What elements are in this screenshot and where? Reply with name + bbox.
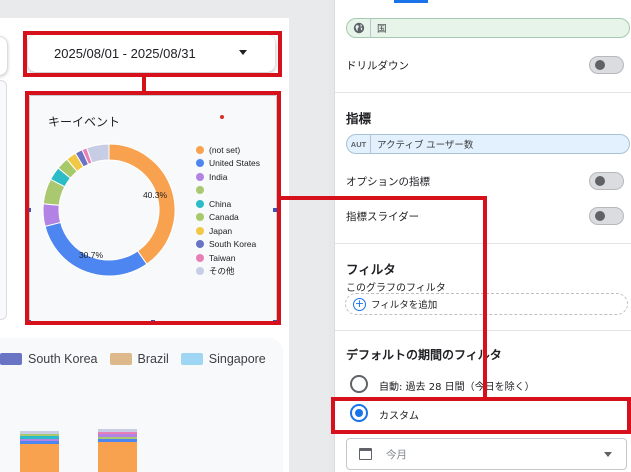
legend-label: その他 (209, 266, 235, 277)
legend-label: South Korea (209, 239, 257, 250)
globe-icon (347, 18, 371, 38)
data-label: 40.3% (143, 190, 168, 200)
stacked-bar (98, 429, 137, 472)
bottom-chart-legend: South Korea Brazil Singapore (0, 352, 278, 366)
resize-handle[interactable] (27, 320, 31, 324)
legend-item: Taiwan (196, 251, 260, 265)
dimension-chip-label: 国 (377, 24, 387, 35)
legend-dot (196, 172, 204, 181)
resize-handle[interactable] (273, 208, 277, 212)
legend-label: South Korea (28, 352, 98, 366)
donut-slice[interactable] (42, 203, 62, 228)
legend-item: South Korea (0, 352, 98, 366)
legend-swatch (0, 353, 22, 365)
resize-handle[interactable] (151, 320, 155, 324)
legend-dot (196, 267, 204, 276)
report-canvas: 2025/08/01 - 2025/08/31 キーイベント 40.3% 30.7… (0, 0, 329, 472)
metric-chip[interactable]: AUT アクティブ ユーザー数 (346, 134, 630, 154)
section-divider (335, 243, 631, 244)
period-select[interactable]: 今月 (346, 438, 627, 470)
add-filter-label: フィルタを追加 (371, 300, 438, 311)
legend-dot (196, 253, 204, 262)
period-select-value: 今月 (386, 448, 407, 461)
legend-item: その他 (196, 265, 260, 279)
metrics-section-title: 指標 (346, 111, 372, 126)
legend-item: South Korea (196, 238, 260, 252)
active-tab-indicator (394, 0, 428, 3)
filter-subtitle: このグラフのフィルタ (346, 283, 446, 294)
bar-segment (98, 442, 137, 472)
optional-metrics-label: オプションの指標 (346, 176, 430, 188)
stacked-bar (20, 431, 59, 472)
legend-swatch (109, 353, 132, 365)
legend-swatch (180, 353, 203, 365)
legend-label: (not set) (209, 144, 241, 155)
data-label: 30.7% (79, 250, 104, 260)
legend-dot (196, 199, 204, 208)
legend-item: Japan (196, 224, 260, 238)
legend-item: United States (196, 157, 260, 171)
legend-label: United States (209, 158, 261, 169)
legend-item: Brazil (109, 352, 169, 366)
toggle-knob (595, 211, 605, 221)
dropdown-caret-icon (604, 452, 612, 457)
legend-dot (196, 226, 204, 235)
legend-item: India (196, 170, 260, 184)
stacked-bar-chart-card[interactable]: South Korea Brazil Singapore (0, 338, 283, 472)
auto-period-radio[interactable] (350, 375, 368, 393)
add-filter-button[interactable]: + フィルタを追加 (345, 293, 628, 315)
legend-label: Taiwan (209, 252, 236, 263)
legend-dot (196, 145, 204, 154)
legend-label: Brazil (137, 352, 169, 366)
legend-item: Canada (196, 211, 260, 225)
legend-label: Canada (209, 212, 239, 223)
metric-slider-toggle[interactable] (589, 207, 624, 225)
donut-slice[interactable] (108, 143, 176, 265)
add-circle-icon: + (353, 296, 366, 311)
legend-item: Singapore (180, 352, 266, 366)
section-divider (335, 92, 631, 93)
legend-dot (196, 213, 204, 222)
donut-chart-card[interactable]: キーイベント 40.3% 30.7% (not set) United States… (29, 95, 277, 322)
dimension-chip[interactable]: 国 (346, 18, 630, 38)
legend-dot (196, 240, 204, 249)
partial-chart-left[interactable] (0, 80, 7, 320)
legend-dot (196, 159, 204, 168)
toggle-knob (595, 176, 605, 186)
section-divider (335, 330, 631, 331)
metric-slider-label: 指標スライダー (346, 211, 420, 223)
dropdown-caret-icon (239, 50, 247, 55)
drilldown-label: ドリルダウン (346, 60, 409, 72)
legend-label: China (209, 198, 232, 209)
legend-item (196, 184, 260, 198)
chart-legend: (not set) United States India China Canada Ja… (196, 143, 260, 278)
drilldown-toggle[interactable] (589, 56, 624, 74)
legend-label: Singapore (208, 352, 266, 366)
auto-period-label: 自動: 過去 28 日間（今日を除く） (379, 382, 535, 393)
metric-chip-label: アクティブ ユーザー数 (377, 140, 474, 151)
date-range-control[interactable]: 2025/08/01 - 2025/08/31 (28, 35, 275, 72)
toggle-knob (595, 60, 605, 70)
bar-segment (20, 444, 59, 472)
resize-handle[interactable] (273, 320, 277, 324)
legend-item: (not set) (196, 143, 260, 157)
partial-control-left[interactable] (0, 36, 8, 76)
optional-metrics-toggle[interactable] (589, 172, 624, 190)
legend-item: China (196, 197, 260, 211)
calendar-icon (359, 448, 372, 460)
metric-type-badge: AUT (347, 134, 371, 154)
legend-dot (196, 186, 204, 195)
default-date-section-title: デフォルトの期間のフィルタ (346, 348, 502, 362)
legend-label: Japan (209, 225, 233, 236)
custom-period-label: カスタム (379, 411, 419, 422)
date-range-label: 2025/08/01 - 2025/08/31 (54, 46, 196, 61)
resize-handle[interactable] (27, 208, 31, 212)
filter-section-title: フィルタ (346, 262, 396, 277)
legend-label: India (209, 171, 228, 182)
properties-panel: 国 ドリルダウン 指標 AUT アクティブ ユーザー数 オプションの指標 指標ス… (334, 0, 631, 472)
custom-period-radio[interactable] (350, 404, 368, 422)
